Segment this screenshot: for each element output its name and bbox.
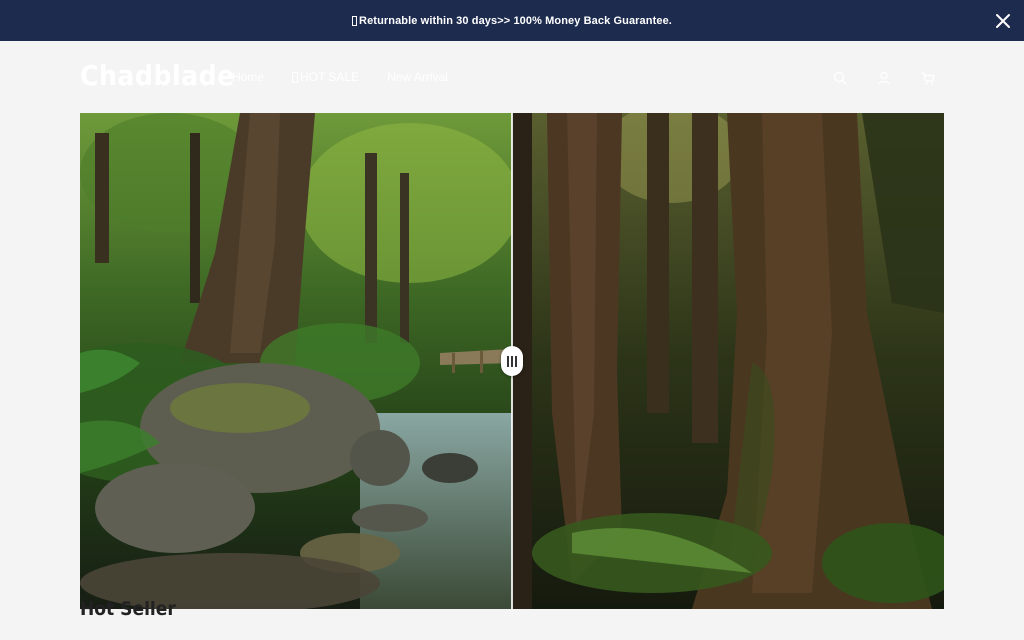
announcement-bar: Returnable within 30 days>> 100% Money B… <box>0 0 1024 41</box>
close-icon[interactable] <box>994 12 1012 30</box>
account-icon[interactable] <box>876 70 892 86</box>
emoji-placeholder-icon <box>352 15 358 26</box>
section-title: Hot Seller <box>80 598 176 620</box>
nav-hot-sale[interactable]: HOT SALE <box>292 70 359 84</box>
header-actions <box>832 70 936 86</box>
after-image <box>512 113 944 609</box>
grip-line <box>515 355 517 367</box>
search-icon[interactable] <box>832 70 848 86</box>
cart-icon[interactable] <box>920 70 936 86</box>
emoji-placeholder-icon <box>292 71 299 83</box>
announcement-text: Returnable within 30 days>> 100% Money B… <box>359 14 672 27</box>
main-nav: Home HOT SALE New Arrival <box>232 70 448 84</box>
site-logo[interactable]: Chadblade <box>80 59 235 92</box>
nav-hot-sale-label: HOT SALE <box>300 70 360 84</box>
nav-new-arrival[interactable]: New Arrival <box>387 70 448 84</box>
nav-home[interactable]: Home <box>232 70 264 84</box>
grip-line <box>511 355 513 367</box>
before-after-slider[interactable] <box>80 113 944 609</box>
slider-handle[interactable] <box>501 346 523 376</box>
grip-line <box>507 355 509 367</box>
site-header: Chadblade Home HOT SALE New Arrival <box>0 41 1024 113</box>
before-image <box>80 113 512 609</box>
